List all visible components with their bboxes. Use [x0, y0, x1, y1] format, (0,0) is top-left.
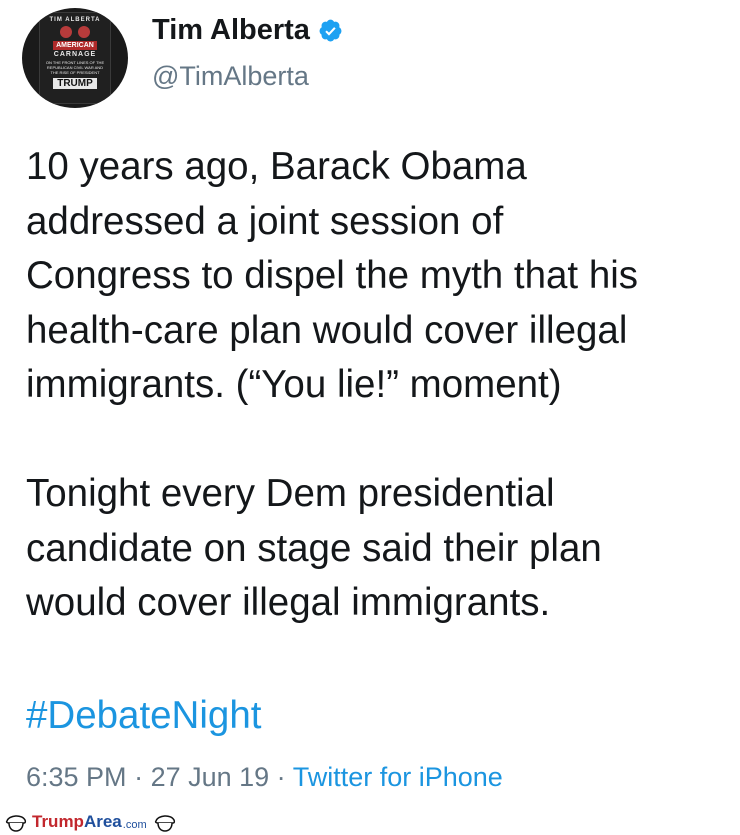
watermark-text-area: Area — [83, 812, 122, 831]
avatar-book-cover: TIM ALBERTA AMERICAN CARNAGE ON THE FRON… — [39, 12, 111, 104]
avatar[interactable]: TIM ALBERTA AMERICAN CARNAGE ON THE FRON… — [22, 8, 128, 108]
tweet-line: immigrants. (“You lie!” moment) — [26, 363, 562, 406]
book-author: TIM ALBERTA — [49, 17, 101, 23]
trump-hair-icon — [154, 815, 175, 832]
tweet-time[interactable]: 6:35 PM — [26, 762, 127, 792]
book-title-line2: CARNAGE — [53, 51, 97, 58]
trump-hair-icon — [5, 815, 27, 832]
tweet-line: would cover illegal immigrants. — [26, 581, 551, 624]
tweet-line: addressed a joint session of — [26, 199, 504, 243]
tweet-card: TIM ALBERTA AMERICAN CARNAGE ON THE FRON… — [0, 0, 740, 835]
name-row: Tim Alberta — [152, 14, 343, 47]
display-name[interactable]: Tim Alberta — [152, 14, 310, 47]
watermark-text-trump: Trump — [32, 812, 84, 831]
watermark-text-com: .com — [122, 818, 147, 831]
book-subtitle: ON THE FRONT LINES OF THE REPUBLICAN CIV… — [45, 60, 105, 75]
tweet-line: Congress to dispel the myth that his — [26, 254, 639, 297]
tweet-line: Tonight every Dem presidential — [26, 472, 555, 515]
book-name: TRUMP — [53, 78, 97, 89]
watermark: Trump Area .com — [4, 810, 177, 834]
tweet-metadata: 6:35 PM · 27 Jun 19 · Twitter for iPhone — [26, 762, 503, 793]
author-handle[interactable]: @TimAlberta — [152, 61, 343, 92]
meta-separator: · — [269, 762, 293, 792]
tweet-date[interactable]: 27 Jun 19 — [151, 762, 270, 792]
paragraph-break — [26, 413, 736, 468]
tweet-text: 10 years ago, Barack Obama addressed a j… — [26, 140, 736, 631]
tweet-line: candidate on stage said their plan — [26, 526, 602, 570]
book-flag-graphic — [60, 26, 90, 38]
hashtag-link[interactable]: #DebateNight — [26, 694, 261, 738]
tweet-line: health-care plan would cover illegal — [26, 308, 628, 352]
tweet-line: 10 years ago, Barack Obama — [26, 145, 527, 188]
book-title-line1: AMERICAN — [53, 41, 97, 50]
tweet-source-link[interactable]: Twitter for iPhone — [293, 762, 503, 792]
verified-badge-icon — [319, 19, 342, 42]
meta-separator: · — [126, 762, 151, 792]
author-names: Tim Alberta @TimAlberta — [152, 14, 343, 92]
tweet-header: TIM ALBERTA AMERICAN CARNAGE ON THE FRON… — [22, 8, 343, 108]
